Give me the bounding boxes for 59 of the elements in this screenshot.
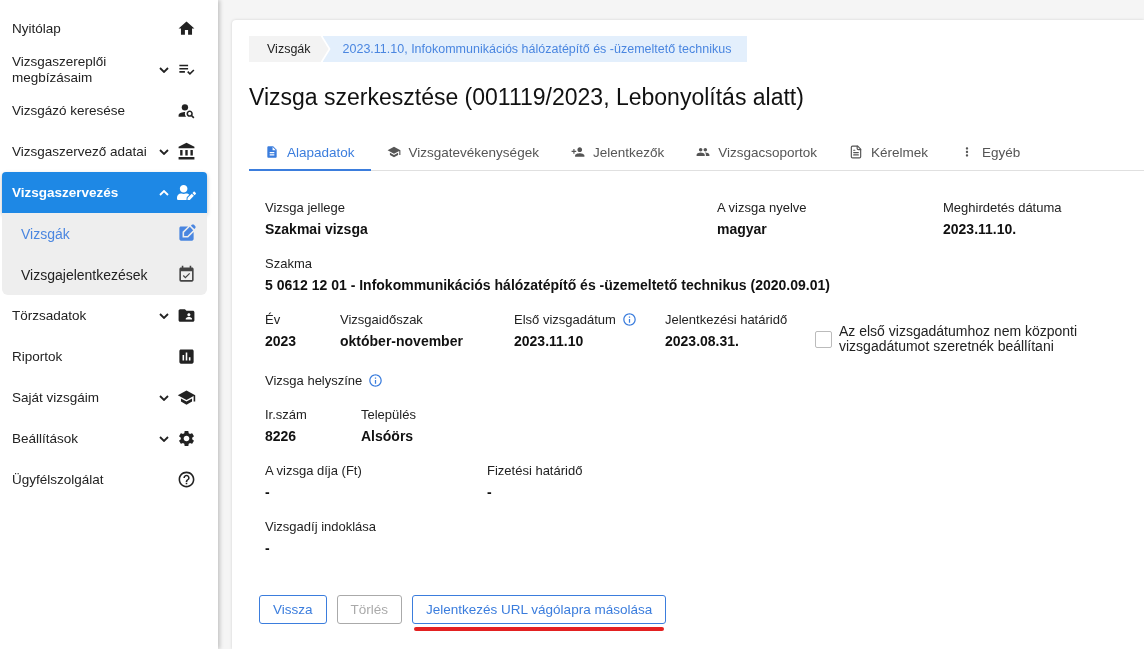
sidebar-item[interactable]: Vizsgaszervezés — [2, 172, 207, 213]
field-label: Vizsgadíj indoklása — [265, 519, 377, 534]
tab[interactable]: Egyéb — [944, 135, 1037, 171]
page-title: Vizsga szerkesztése (001119/2023, Lebonyolítás alatt) — [249, 84, 805, 111]
field-label: Meghirdetés dátuma — [943, 200, 1062, 215]
field-value: 2023 — [265, 333, 298, 349]
tab[interactable]: Jelentkezők — [554, 135, 681, 171]
graduation-cap-icon — [386, 145, 401, 159]
graduation-cap-icon — [175, 388, 197, 407]
sidebar-item[interactable]: Ügyfélszolgálat — [2, 459, 207, 500]
sidebar-item[interactable]: Nyitólap — [2, 8, 207, 49]
info-icon[interactable] — [621, 312, 637, 327]
sidebar-item[interactable]: Beállítások — [2, 418, 207, 459]
sidebar-item[interactable]: Riportok — [2, 336, 207, 377]
sidebar-item[interactable]: Vizsgázó keresése — [2, 90, 207, 131]
checkbox-label: Az első vizsgadátumhoz nem központi vizsgadátumot szeretnék beállítani — [839, 324, 1079, 354]
info-icon[interactable] — [368, 373, 384, 388]
document-icon — [265, 145, 279, 159]
action-button[interactable]: Jelentkezés URL vágólapra másolása — [412, 595, 667, 624]
tab[interactable]: Vizsgacsoportok — [680, 135, 833, 171]
field-label: Év — [265, 312, 281, 327]
field-label: Jelentkezési határidő — [665, 312, 788, 327]
sidebar-item[interactable]: Vizsgaszereplői megbízásaim — [2, 49, 207, 90]
field-value: magyar — [717, 221, 768, 237]
field-value: - — [487, 484, 493, 500]
action-button[interactable]: Vissza — [259, 595, 327, 624]
tab[interactable]: Kérelmek — [833, 135, 945, 171]
field-label: Település — [361, 407, 416, 422]
field-value: 2023.08.31. — [665, 333, 740, 349]
field-label: Szakma — [265, 256, 312, 271]
sidebar-item[interactable]: Vizsgaszervező adatai — [2, 131, 207, 172]
field-value: 5 0612 12 01 - Infokommunikációs hálózatépítő és -üzemeltető technikus (2020.09.01) — [265, 277, 831, 293]
field-value: 2023.11.10 — [514, 333, 585, 349]
field-label: Vizsga jellege — [265, 200, 345, 215]
field-value: 8226 — [265, 428, 298, 444]
field-value: Szakmai vizsga — [265, 221, 369, 237]
user-edit-icon — [175, 183, 197, 202]
field-label: A vizsga nyelve — [717, 200, 807, 215]
sidebar-item[interactable]: Törzsadatok — [2, 295, 207, 336]
person-add-icon — [570, 145, 585, 159]
tab[interactable]: Alapadatok — [249, 135, 371, 171]
submenu-item[interactable]: Vizsgajelentkezések — [2, 254, 207, 295]
field-label: Első vizsgadátum — [514, 312, 616, 327]
field-value: Alsóörs — [361, 428, 415, 444]
people-icon — [696, 145, 711, 159]
field-label: Vizsga helyszíne — [265, 373, 363, 388]
breadcrumb-link[interactable]: Vizsgák — [249, 36, 329, 62]
tab[interactable]: Vizsgatevékenységek — [370, 135, 555, 171]
document-icon — [849, 145, 863, 159]
field-value: október-november — [340, 333, 464, 349]
field-label: A vizsga díja (Ft) — [265, 463, 362, 478]
field-label: Vizsgaidőszak — [340, 312, 423, 327]
field-label: Ir.szám — [265, 407, 307, 422]
field-value: - — [265, 540, 271, 556]
checkbox[interactable] — [815, 330, 832, 348]
field-value: - — [265, 484, 271, 500]
sidebar-item[interactable]: Saját vizsgáim — [2, 377, 207, 418]
field-value: 2023.11.10. — [943, 221, 1018, 237]
field-label: Fizetési határidő — [487, 463, 583, 478]
